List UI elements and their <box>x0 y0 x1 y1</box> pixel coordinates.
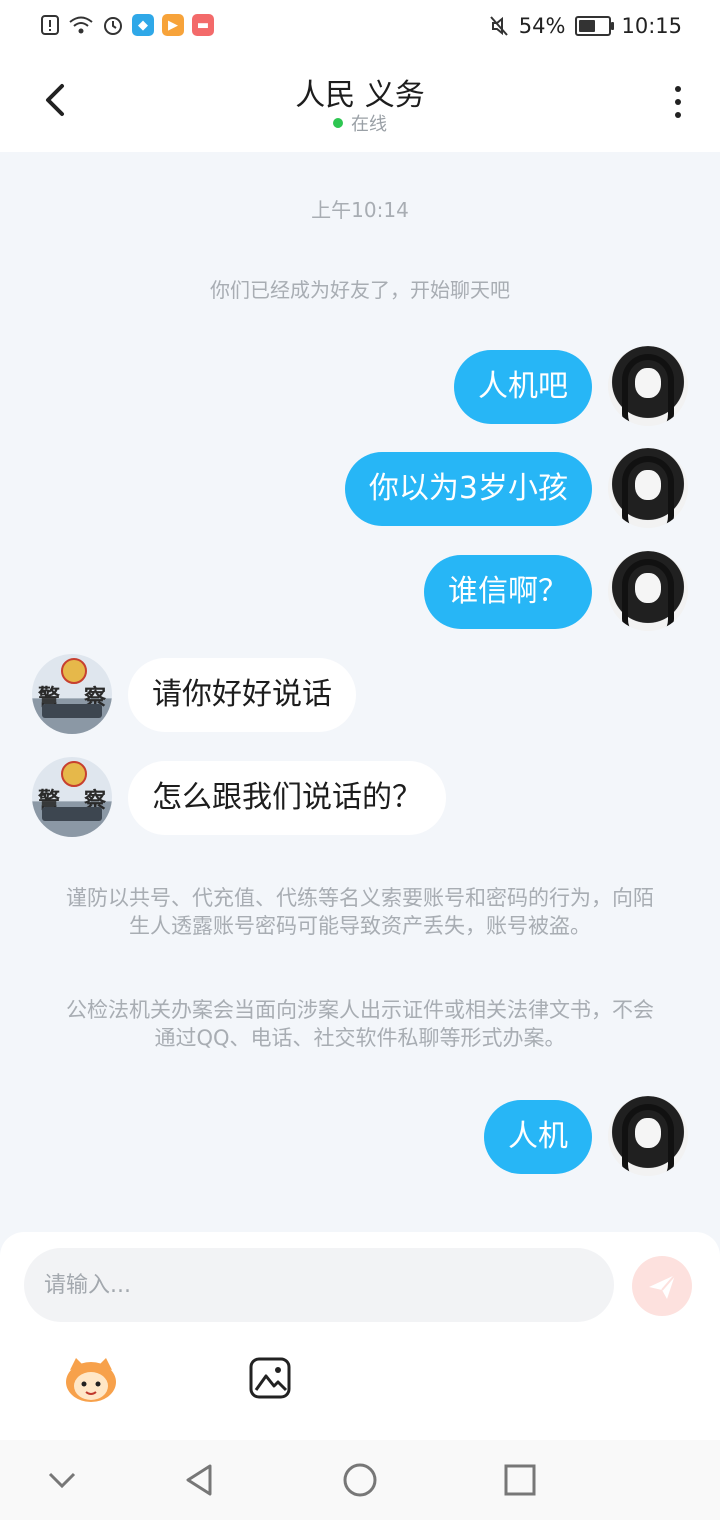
message-bubble-incoming[interactable]: 怎么跟我们说话的？ <box>128 761 446 835</box>
contact-name: 人民 义务 <box>295 78 425 113</box>
message-row-incoming: 警 察 怎么跟我们说话的？ <box>0 757 720 839</box>
message-timestamp: 上午10:14 <box>311 198 409 222</box>
message-bubble-incoming[interactable]: 请你好好说话 <box>128 658 356 732</box>
message-row-outgoing: 人机吧 <box>0 346 720 428</box>
my-avatar[interactable] <box>608 551 688 631</box>
nav-hide-keyboard-button[interactable] <box>42 1460 82 1500</box>
message-row-outgoing: 谁信啊？ <box>0 551 720 633</box>
status-bar: ◆ ▶ ▬ 54% 10:15 <box>0 0 720 56</box>
message-bubble-outgoing[interactable]: 谁信啊？ <box>424 555 592 629</box>
my-avatar[interactable] <box>608 346 688 426</box>
battery-percent: 54% <box>518 14 566 38</box>
security-notice: 谨防以共号、代充值、代练等名义索要账号和密码的行为，向陌生人透露账号密码可能导致… <box>66 886 654 938</box>
send-button[interactable] <box>632 1256 692 1316</box>
message-input[interactable] <box>24 1248 614 1322</box>
system-message: 你们已经成为好友了，开始聊天吧 <box>210 278 510 302</box>
app-shop-icon: ▬ <box>192 14 214 36</box>
message-bubble-outgoing[interactable]: 人机 <box>484 1100 592 1174</box>
contact-avatar[interactable]: 警 察 <box>32 757 112 837</box>
mute-icon <box>490 16 508 36</box>
alarm-icon <box>104 17 122 35</box>
more-options-button[interactable] <box>672 86 684 126</box>
circle-home-icon <box>343 1463 377 1497</box>
emoji-face-icon <box>66 1358 116 1402</box>
emoji-button[interactable] <box>62 1354 120 1406</box>
message-bubble-outgoing[interactable]: 人机吧 <box>454 350 592 424</box>
composer <box>0 1232 720 1440</box>
message-bubble-outgoing[interactable]: 你以为3岁小孩 <box>344 452 592 526</box>
my-avatar[interactable] <box>608 448 688 528</box>
online-status-label: 在线 <box>351 114 387 135</box>
battery-level <box>579 20 595 32</box>
chat-header: 人民 义务 在线 <box>0 56 720 152</box>
status-icons-left: ◆ ▶ ▬ <box>40 14 214 36</box>
clock: 10:15 <box>621 14 682 38</box>
system-nav-bar <box>0 1440 720 1520</box>
image-button[interactable] <box>248 1356 292 1400</box>
online-status: 在线 <box>0 110 720 136</box>
app-shield-icon: ◆ <box>132 14 154 36</box>
message-list[interactable]: 上午10:14 你们已经成为好友了，开始聊天吧 人机吧 你以为3岁小孩 谁信啊？… <box>0 152 720 1232</box>
legal-notice: 公检法机关办案会当面向涉案人出示证件或相关法律文书，不会通过QQ、电话、社交软件… <box>66 998 654 1050</box>
status-icons-right: 54% 10:15 <box>489 14 682 38</box>
my-avatar[interactable] <box>608 1096 688 1176</box>
nav-home-button[interactable] <box>340 1460 380 1500</box>
message-row-outgoing: 你以为3岁小孩 <box>0 448 720 530</box>
paper-plane-icon <box>649 1274 676 1299</box>
nav-recents-button[interactable] <box>500 1460 540 1500</box>
message-row-incoming: 警 察 请你好好说话 <box>0 654 720 736</box>
chevron-down-icon <box>48 1472 76 1489</box>
image-icon <box>249 1357 291 1399</box>
wifi-icon <box>69 16 93 34</box>
app-play-icon: ▶ <box>162 14 184 36</box>
contact-avatar[interactable]: 警 察 <box>32 654 112 734</box>
vertical-dots-icon <box>675 86 681 92</box>
nav-back-button[interactable] <box>180 1460 220 1500</box>
battery-icon <box>575 16 615 36</box>
message-row-outgoing: 人机 <box>0 1096 720 1178</box>
square-recents-icon <box>504 1464 536 1496</box>
online-dot-icon <box>333 118 343 128</box>
alert-icon <box>41 15 59 35</box>
triangle-back-icon <box>186 1464 212 1496</box>
